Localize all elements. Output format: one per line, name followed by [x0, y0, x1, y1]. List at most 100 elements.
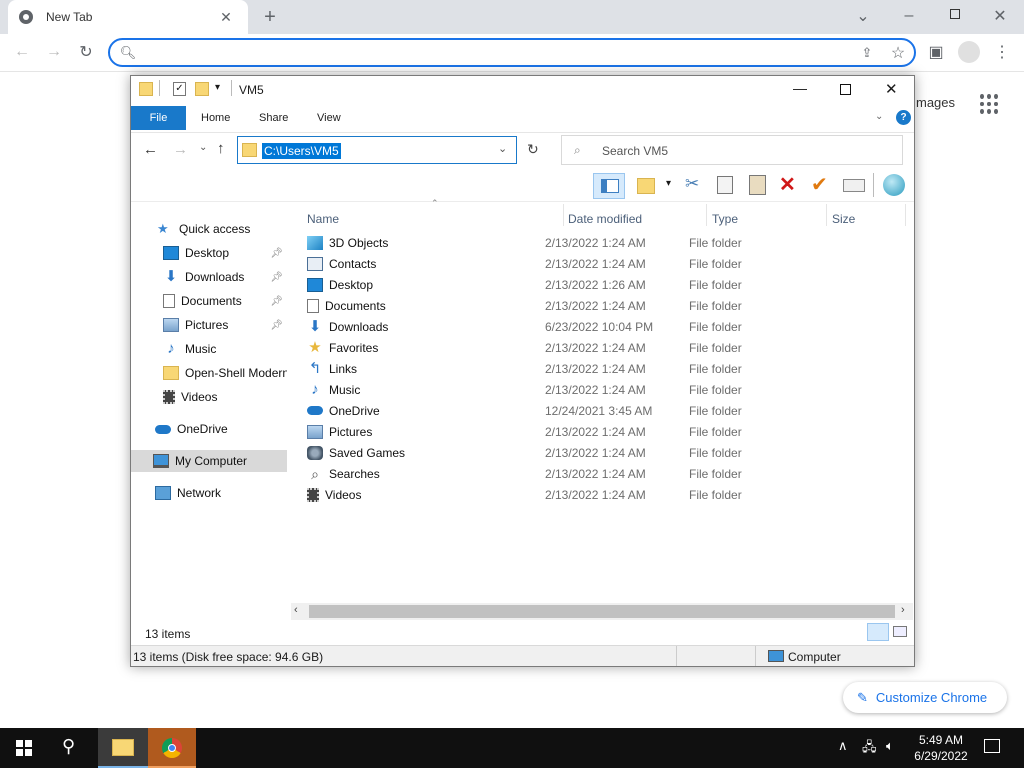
tab-file[interactable]: File — [131, 106, 186, 130]
file-row[interactable]: Saved Games 2/13/2022 1:24 AM File folde… — [307, 442, 907, 463]
nav-item-documents[interactable]: Documents 📌︎ — [163, 290, 287, 312]
notifications-icon[interactable] — [984, 739, 1000, 753]
delete-icon[interactable]: ✕ — [779, 172, 796, 197]
file-row[interactable]: ★ Favorites 2/13/2022 1:24 AM File folder — [307, 337, 907, 358]
address-input[interactable]: C:\Users\VM5 — [262, 143, 341, 159]
nav-item-videos[interactable]: Videos — [163, 386, 287, 408]
cut-icon[interactable]: ✂ — [685, 174, 699, 194]
navigation-pane-button[interactable] — [593, 173, 625, 199]
nav-item-pictures[interactable]: Pictures 📌︎ — [163, 314, 287, 336]
tab-close-icon[interactable]: ✕ — [214, 5, 238, 29]
tab-home[interactable]: Home — [201, 106, 230, 130]
quick-access-toolbar-dropdown-icon[interactable]: ▾ — [215, 82, 220, 93]
nav-item-open-shell[interactable]: Open-Shell Modern — [163, 362, 287, 384]
file-explorer-window: ✓ ▾ VM5 — ✕ File Home Share View ⌄ ? ← →… — [130, 75, 915, 667]
file-row[interactable]: Desktop 2/13/2022 1:26 AM File folder — [307, 274, 907, 295]
tab-view[interactable]: View — [317, 106, 341, 130]
file-row[interactable]: ♪ Music 2/13/2022 1:24 AM File folder — [307, 379, 907, 400]
bookmark-star-icon[interactable]: ☆ — [886, 41, 910, 65]
apps-grid-icon[interactable] — [980, 94, 1000, 114]
view-folder-icon[interactable] — [637, 178, 655, 194]
column-divider[interactable] — [905, 204, 906, 226]
search-box[interactable]: ⌕ Search VM5 — [561, 135, 903, 165]
tab-share[interactable]: Share — [259, 106, 288, 130]
address-dropdown-icon[interactable]: ⌄ — [498, 142, 507, 155]
column-divider[interactable] — [826, 204, 827, 226]
properties-icon[interactable]: ✓ — [173, 82, 186, 96]
rename-icon[interactable] — [843, 179, 865, 192]
file-row[interactable]: ↰ Links 2/13/2022 1:24 AM File folder — [307, 358, 907, 379]
forward-icon[interactable]: → — [173, 141, 188, 158]
taskbar-chrome[interactable] — [148, 728, 196, 768]
file-row[interactable]: Videos 2/13/2022 1:24 AM File folder — [307, 484, 907, 505]
view-dropdown-icon[interactable]: ▾ — [666, 178, 671, 189]
address-bar[interactable]: C:\Users\VM5 ⌄ — [237, 136, 517, 164]
explorer-maximize-icon[interactable] — [840, 84, 851, 95]
help-icon[interactable]: ? — [896, 110, 911, 125]
file-row[interactable]: Documents 2/13/2022 1:24 AM File folder — [307, 295, 907, 316]
back-icon[interactable]: ← — [10, 40, 34, 64]
large-icons-view-icon[interactable] — [893, 626, 907, 637]
column-divider[interactable] — [706, 204, 707, 226]
shell-settings-icon[interactable] — [883, 174, 905, 196]
up-icon[interactable]: ↑ — [217, 140, 225, 157]
scrollbar-thumb[interactable] — [309, 605, 895, 618]
close-window-icon[interactable]: ✕ — [988, 4, 1012, 28]
copy-icon[interactable] — [717, 176, 733, 194]
clock[interactable]: 5:49 AM 6/29/2022 — [910, 732, 972, 764]
omnibox[interactable]: 🔍︎ ⇪ ☆ — [108, 38, 916, 67]
explorer-minimize-icon[interactable]: — — [793, 80, 807, 96]
nav-onedrive[interactable]: OneDrive — [155, 418, 311, 440]
paste-icon[interactable] — [749, 175, 766, 195]
column-header-size[interactable]: Size — [832, 208, 902, 230]
nav-item-desktop[interactable]: Desktop 📌︎ — [163, 242, 287, 264]
nav-network[interactable]: Network — [155, 482, 311, 504]
nav-my-computer[interactable]: My Computer — [131, 450, 287, 472]
column-divider[interactable] — [563, 204, 564, 226]
recent-locations-icon[interactable]: ⌄ — [199, 142, 207, 153]
side-panel-icon[interactable]: ▣ — [924, 40, 948, 64]
column-header-type[interactable]: Type — [712, 208, 822, 230]
file-row[interactable]: Contacts 2/13/2022 1:24 AM File folder — [307, 253, 907, 274]
new-tab-button[interactable]: + — [258, 5, 282, 29]
new-folder-icon[interactable] — [195, 82, 209, 96]
ribbon-expand-icon[interactable]: ⌄ — [875, 111, 883, 122]
nav-quick-access[interactable]: ★ Quick access — [157, 218, 313, 240]
volume-icon[interactable]: 🔈︎ — [886, 738, 894, 754]
explorer-close-icon[interactable]: ✕ — [885, 80, 898, 98]
chrome-menu-icon[interactable]: ⋮ — [990, 40, 1014, 64]
profile-avatar[interactable] — [958, 41, 980, 63]
scroll-left-icon[interactable]: ‹ — [294, 604, 298, 616]
nav-item-downloads[interactable]: ⬇ Downloads 📌︎ — [163, 266, 287, 288]
file-row[interactable]: 3D Objects 2/13/2022 1:24 AM File folder — [307, 232, 907, 253]
omnibox-input[interactable] — [142, 43, 822, 62]
tray-overflow-icon[interactable]: ∧ — [838, 738, 848, 754]
details-view-icon[interactable] — [867, 623, 889, 641]
address-folder-icon — [242, 143, 257, 157]
network-tray-icon[interactable]: 🖧︎ — [862, 738, 877, 760]
file-row[interactable]: ⌕ Searches 2/13/2022 1:24 AM File folder — [307, 463, 907, 484]
scroll-right-icon[interactable]: › — [901, 604, 905, 616]
back-icon[interactable]: ← — [143, 141, 158, 158]
refresh-icon[interactable]: ↻ — [527, 141, 539, 158]
column-header-date[interactable]: Date modified — [568, 208, 704, 230]
customize-chrome-button[interactable]: ✎ Customize Chrome — [843, 682, 1007, 713]
file-row[interactable]: ⬇ Downloads 6/23/2022 10:04 PM File folde… — [307, 316, 907, 337]
forward-icon[interactable]: → — [42, 40, 66, 64]
column-header-name[interactable]: Name — [307, 208, 563, 230]
taskbar-search-icon[interactable]: ⚲ — [62, 736, 75, 757]
horizontal-scrollbar[interactable]: ‹ › — [291, 603, 913, 620]
file-row[interactable]: Pictures 2/13/2022 1:24 AM File folder — [307, 421, 907, 442]
images-link[interactable]: mages — [916, 95, 955, 110]
checkmark-icon[interactable]: ✔ — [811, 172, 828, 197]
tab-search-icon[interactable]: ⌄ — [851, 4, 875, 28]
reload-icon[interactable]: ↻ — [74, 40, 98, 64]
windows-start-icon[interactable] — [16, 740, 32, 756]
taskbar-file-explorer[interactable] — [98, 728, 148, 768]
restore-icon[interactable] — [950, 9, 960, 19]
tab-new-tab[interactable]: New Tab ✕ — [8, 0, 248, 34]
nav-item-music[interactable]: ♪ Music — [163, 338, 287, 360]
file-row[interactable]: OneDrive 12/24/2021 3:45 AM File folder — [307, 400, 907, 421]
minimize-icon[interactable]: – — [897, 4, 921, 28]
share-icon[interactable]: ⇪ — [855, 41, 879, 65]
